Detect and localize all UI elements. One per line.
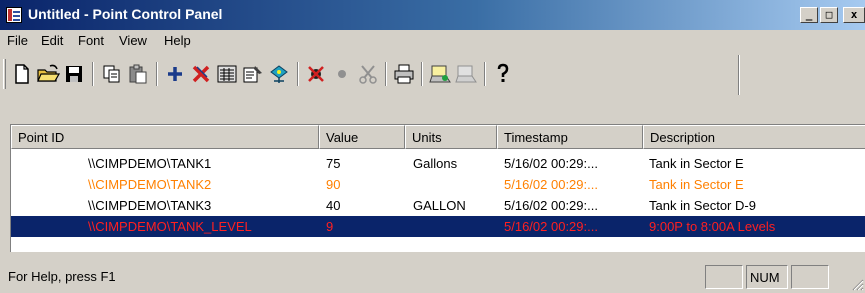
disable-alarm-icon[interactable]	[304, 62, 328, 86]
cell-value: 40	[326, 198, 341, 213]
status-pane-scroll	[791, 265, 829, 289]
menu-help[interactable]: Help	[164, 33, 191, 48]
title-bar[interactable]: Untitled - Point Control Panel _ □ x	[0, 0, 865, 30]
cell-point-id: \\CIMPDEMO\TANK3	[88, 198, 212, 213]
toolbar-separator	[484, 62, 486, 86]
column-header-value[interactable]: Value	[319, 125, 405, 149]
cell-timestamp: 5/16/02 00:29:...	[504, 156, 598, 171]
copy-icon[interactable]	[100, 62, 124, 86]
app-icon[interactable]	[6, 7, 22, 23]
column-header-timestamp[interactable]: Timestamp	[497, 125, 643, 149]
open-folder-icon[interactable]	[36, 62, 60, 86]
menu-font[interactable]: Font	[78, 33, 104, 48]
toolbar	[0, 55, 865, 95]
resize-grip-icon[interactable]	[850, 277, 864, 291]
cell-timestamp: 5/16/02 00:29:...	[504, 198, 598, 213]
add-point-icon[interactable]	[163, 62, 187, 86]
toolbar-separator	[421, 62, 423, 86]
cell-point-id: \\CIMPDEMO\TANK_LEVEL	[88, 219, 252, 234]
cell-description: Tank in Sector E	[649, 156, 744, 171]
table-row[interactable]: \\CIMPDEMO\TANK2 90 5/16/02 00:29:... Ta…	[11, 174, 865, 195]
save-icon[interactable]	[62, 62, 86, 86]
column-header-point-id[interactable]: Point ID	[11, 125, 319, 149]
cell-timestamp: 5/16/02 00:29:...	[504, 219, 598, 234]
toolbar-separator	[92, 62, 94, 86]
cell-description: 9:00P to 8:00A Levels	[649, 219, 776, 234]
column-header-description[interactable]: Description	[643, 125, 865, 149]
print-icon[interactable]	[392, 62, 416, 86]
toolbar-grip[interactable]	[3, 59, 6, 89]
window-title: Untitled - Point Control Panel	[28, 6, 223, 22]
new-file-icon[interactable]	[10, 62, 34, 86]
menu-file[interactable]: File	[7, 33, 28, 48]
cell-point-id: \\CIMPDEMO\TANK2	[88, 177, 212, 192]
toolbar-separator	[297, 62, 299, 86]
cell-point-id: \\CIMPDEMO\TANK1	[88, 156, 212, 171]
delete-point-icon[interactable]	[189, 62, 213, 86]
refresh-icon[interactable]	[267, 62, 291, 86]
close-button[interactable]: x	[843, 7, 865, 23]
cell-units: Gallons	[413, 156, 458, 171]
cell-value: 90	[326, 177, 341, 192]
connect-icon[interactable]	[428, 62, 452, 86]
status-bar: For Help, press F1 NUM	[0, 259, 865, 293]
table-row-selected[interactable]: \\CIMPDEMO\TANK_LEVEL 9 5/16/02 00:29:..…	[11, 216, 865, 237]
table-row[interactable]: \\CIMPDEMO\TANK1 75 Gallons 5/16/02 00:2…	[11, 153, 865, 174]
point-list[interactable]: Point ID Value Units Timestamp Descripti…	[10, 124, 865, 252]
toolbar-separator	[156, 62, 158, 86]
menu-bar: File Edit Font View Help	[0, 30, 865, 52]
paste-icon[interactable]	[126, 62, 150, 86]
maximize-button[interactable]: □	[820, 7, 838, 23]
menu-edit[interactable]: Edit	[41, 33, 63, 48]
status-pane-caps	[705, 265, 743, 289]
cell-value: 75	[326, 156, 341, 171]
cell-timestamp: 5/16/02 00:29:...	[504, 177, 598, 192]
point-list-icon[interactable]	[215, 62, 239, 86]
cell-units: GALLON	[413, 198, 466, 213]
menu-view[interactable]: View	[119, 33, 147, 48]
cell-description: Tank in Sector D-9	[649, 198, 756, 213]
column-header-units[interactable]: Units	[405, 125, 497, 149]
cell-description: Tank in Sector E	[649, 177, 744, 192]
status-dot-icon[interactable]	[330, 62, 354, 86]
toolbar-end	[738, 55, 740, 95]
table-row[interactable]: \\CIMPDEMO\TANK3 40 GALLON 5/16/02 00:29…	[11, 195, 865, 216]
list-header: Point ID Value Units Timestamp Descripti…	[11, 125, 865, 149]
help-icon[interactable]	[491, 62, 515, 86]
status-pane-num: NUM	[746, 265, 788, 289]
cell-value: 9	[326, 219, 334, 234]
properties-icon[interactable]	[241, 62, 265, 86]
status-text: For Help, press F1	[8, 269, 116, 284]
toolbar-separator	[385, 62, 387, 86]
cut-icon[interactable]	[356, 62, 380, 86]
disconnect-icon[interactable]	[454, 62, 478, 86]
minimize-button[interactable]: _	[800, 7, 818, 23]
